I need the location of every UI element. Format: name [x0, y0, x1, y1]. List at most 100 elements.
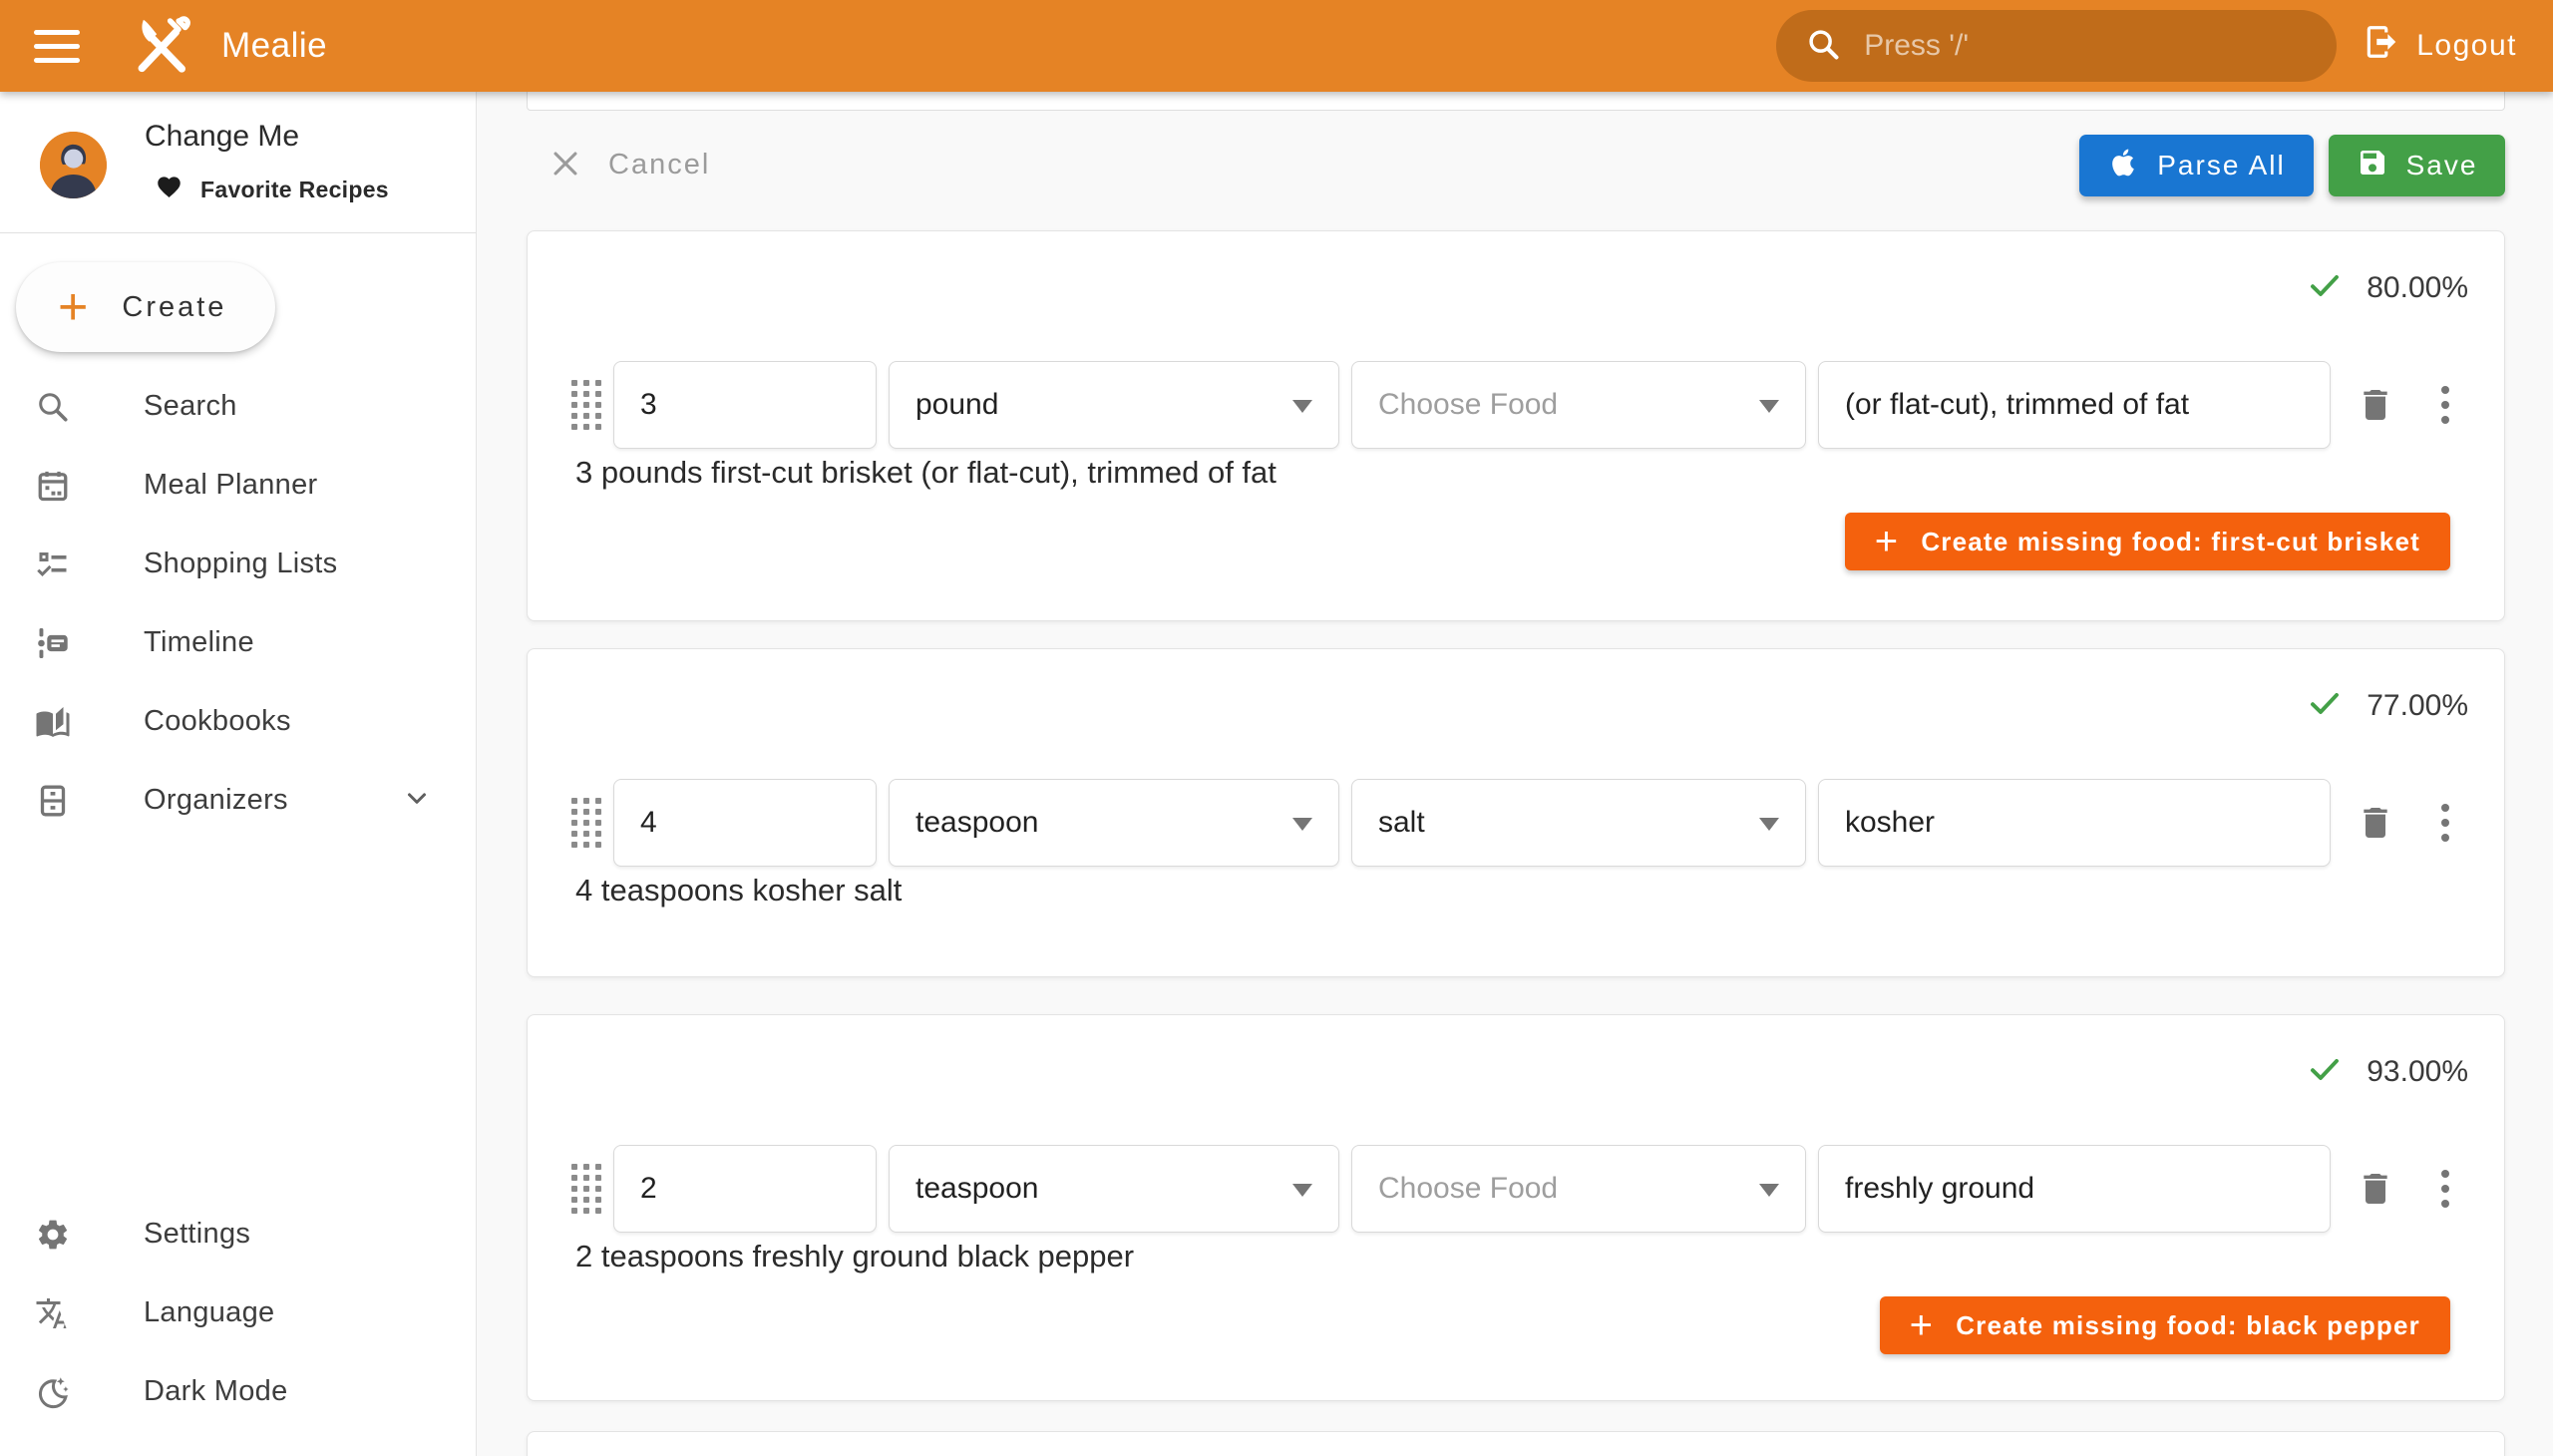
sidebar-item-shopping-lists[interactable]: Shopping Lists [0, 525, 476, 603]
save-label: Save [2406, 150, 2478, 182]
delete-button[interactable] [2353, 800, 2398, 846]
search-box[interactable] [1776, 10, 2337, 82]
chevron-down-icon [402, 783, 432, 818]
user-avatar[interactable] [40, 132, 107, 198]
more-options-button[interactable] [2430, 1166, 2460, 1212]
sidebar-item-label: Language [144, 1296, 274, 1329]
gear-icon [34, 1216, 72, 1254]
chevron-down-icon [1759, 1184, 1779, 1197]
sidebar-item-timeline[interactable]: Timeline [0, 603, 476, 682]
favorite-recipes-link[interactable]: Favorite Recipes [156, 174, 389, 205]
check-icon [2307, 685, 2343, 726]
cancel-label: Cancel [608, 149, 710, 182]
main-content: Cancel Parse All Save 80.00% [477, 92, 2553, 1456]
food-select[interactable]: Choose Food [1351, 1145, 1806, 1233]
ingredient-original-text: 3 pounds first-cut brisket (or flat-cut)… [575, 455, 2456, 491]
user-name: Change Me [145, 120, 299, 154]
sidebar-item-search[interactable]: Search [0, 367, 476, 446]
sidebar-item-label: Meal Planner [144, 469, 317, 502]
calendar-icon [34, 467, 72, 505]
confidence-value: 80.00% [2367, 271, 2468, 305]
app-bar: Mealie Logout [0, 0, 2553, 92]
cabinet-icon [34, 782, 72, 820]
quantity-input[interactable] [613, 779, 877, 867]
food-select[interactable]: salt [1351, 779, 1806, 867]
app-title: Mealie [221, 26, 327, 66]
ingredient-card: 77.00% teaspoon salt 4 teaspoons kosher … [527, 648, 2505, 977]
moon-icon [34, 1373, 72, 1411]
ingredient-original-text: 4 teaspoons kosher salt [575, 873, 2456, 909]
ingredient-inputs-row: teaspoon salt [571, 777, 2460, 869]
check-icon [2307, 267, 2343, 308]
sidebar-item-meal-planner[interactable]: Meal Planner [0, 446, 476, 525]
sidebar-item-label: Timeline [144, 626, 254, 659]
confidence-value: 93.00% [2367, 1055, 2468, 1089]
sidebar-item-label: Shopping Lists [144, 547, 337, 580]
sidebar-item-language[interactable]: Language [0, 1274, 476, 1352]
create-button[interactable]: + Create [16, 262, 275, 352]
parse-all-label: Parse All [2157, 150, 2286, 182]
logout-button[interactable]: Logout [2363, 23, 2517, 69]
logout-icon [2363, 23, 2400, 69]
heart-icon [156, 174, 182, 205]
note-input[interactable] [1818, 1145, 2331, 1233]
sidebar-item-settings[interactable]: Settings [0, 1195, 476, 1274]
quantity-input[interactable] [613, 1145, 877, 1233]
ingredient-card: 93.00% teaspoon Choose Food 2 teaspoons … [527, 1014, 2505, 1401]
sidebar-item-label: Search [144, 390, 237, 423]
sidebar-item-label: Organizers [144, 784, 288, 817]
unit-select[interactable]: teaspoon [889, 1145, 1339, 1233]
sidebar-divider [0, 232, 476, 233]
plus-icon: + [1875, 524, 1900, 559]
favorite-recipes-label: Favorite Recipes [200, 177, 389, 203]
delete-button[interactable] [2353, 382, 2398, 428]
user-block: Change Me Favorite Recipes [0, 92, 476, 231]
sidebar-bottom-nav: Settings Language Dark Mode [0, 1195, 476, 1431]
plus-icon: + [58, 283, 88, 331]
ingredient-inputs-row: pound Choose Food [571, 359, 2460, 451]
sidebar-item-organizers[interactable]: Organizers [0, 761, 476, 840]
sidebar-nav: Search Meal Planner [0, 367, 476, 840]
chevron-down-icon [1759, 818, 1779, 831]
logout-label: Logout [2416, 29, 2517, 63]
apple-icon [2107, 147, 2139, 185]
create-label: Create [122, 291, 226, 324]
save-icon [2357, 147, 2388, 185]
unit-select[interactable]: teaspoon [889, 779, 1339, 867]
cancel-button[interactable]: Cancel [548, 135, 710, 194]
app-logo-icon[interactable] [130, 14, 193, 78]
save-button[interactable]: Save [2329, 135, 2505, 196]
more-options-button[interactable] [2430, 382, 2460, 428]
unit-select[interactable]: pound [889, 361, 1339, 449]
checklist-icon [34, 546, 72, 583]
search-input[interactable] [1864, 29, 2309, 63]
drag-handle-icon[interactable] [571, 1164, 601, 1214]
confidence-row: 77.00% [2307, 685, 2468, 726]
menu-icon[interactable] [34, 16, 94, 76]
create-missing-food-button[interactable]: + Create missing food: black pepper [1880, 1296, 2450, 1354]
quantity-input[interactable] [613, 361, 877, 449]
previous-card-edge [527, 92, 2505, 111]
confidence-row: 80.00% [2307, 267, 2468, 308]
sidebar-item-dark-mode[interactable]: Dark Mode [0, 1352, 476, 1431]
translate-icon [34, 1294, 72, 1332]
delete-button[interactable] [2353, 1166, 2398, 1212]
drag-handle-icon[interactable] [571, 380, 601, 430]
confidence-row: 93.00% [2307, 1051, 2468, 1092]
chevron-down-icon [1759, 400, 1779, 413]
ingredient-inputs-row: teaspoon Choose Food [571, 1143, 2460, 1235]
note-input[interactable] [1818, 779, 2331, 867]
drag-handle-icon[interactable] [571, 798, 601, 848]
create-missing-food-button[interactable]: + Create missing food: first-cut brisket [1845, 513, 2450, 570]
confidence-value: 77.00% [2367, 689, 2468, 723]
food-select[interactable]: Choose Food [1351, 361, 1806, 449]
more-options-button[interactable] [2430, 800, 2460, 846]
create-missing-food-label: Create missing food: black pepper [1956, 1310, 2420, 1341]
sidebar-item-cookbooks[interactable]: Cookbooks [0, 682, 476, 761]
chevron-down-icon [1292, 818, 1312, 831]
note-input[interactable] [1818, 361, 2331, 449]
search-icon [34, 388, 72, 426]
book-open-icon [34, 703, 72, 741]
parse-all-button[interactable]: Parse All [2079, 135, 2314, 196]
check-icon [2307, 1051, 2343, 1092]
